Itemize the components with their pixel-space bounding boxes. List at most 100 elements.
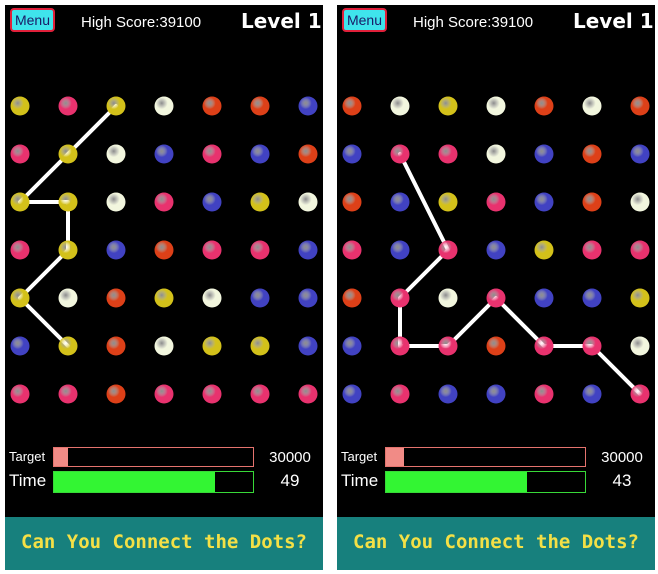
dot-white[interactable]: [106, 192, 126, 212]
dot-pink[interactable]: [390, 144, 410, 164]
dot-yellow[interactable]: [630, 288, 650, 308]
dot-blue[interactable]: [298, 240, 318, 260]
dot-blue[interactable]: [390, 240, 410, 260]
dot-blue[interactable]: [630, 144, 650, 164]
dot-white[interactable]: [298, 192, 318, 212]
dot-pink[interactable]: [582, 240, 602, 260]
dot-blue[interactable]: [582, 288, 602, 308]
dot-pink[interactable]: [10, 240, 30, 260]
dot-orange[interactable]: [298, 144, 318, 164]
dot-orange[interactable]: [250, 96, 270, 116]
dot-yellow[interactable]: [202, 336, 222, 356]
dot-pink[interactable]: [630, 240, 650, 260]
dot-pink[interactable]: [154, 192, 174, 212]
dot-orange[interactable]: [534, 96, 554, 116]
dot-orange[interactable]: [106, 288, 126, 308]
dot-orange[interactable]: [342, 96, 362, 116]
dot-pink[interactable]: [250, 384, 270, 404]
dot-pink[interactable]: [58, 384, 78, 404]
dot-yellow[interactable]: [250, 336, 270, 356]
dot-white[interactable]: [438, 288, 458, 308]
dot-blue[interactable]: [534, 288, 554, 308]
dot-yellow[interactable]: [154, 288, 174, 308]
dot-orange[interactable]: [630, 96, 650, 116]
dot-pink[interactable]: [298, 384, 318, 404]
dot-white[interactable]: [582, 96, 602, 116]
dot-pink[interactable]: [10, 144, 30, 164]
dot-yellow[interactable]: [106, 96, 126, 116]
dot-white[interactable]: [58, 288, 78, 308]
dot-yellow[interactable]: [250, 192, 270, 212]
dot-pink[interactable]: [202, 240, 222, 260]
dot-blue[interactable]: [486, 240, 506, 260]
dot-blue[interactable]: [298, 336, 318, 356]
dot-pink[interactable]: [486, 192, 506, 212]
dot-orange[interactable]: [106, 384, 126, 404]
dot-orange[interactable]: [342, 288, 362, 308]
dot-pink[interactable]: [534, 384, 554, 404]
dot-blue[interactable]: [298, 96, 318, 116]
dot-board[interactable]: [337, 5, 655, 445]
dot-white[interactable]: [486, 96, 506, 116]
dot-yellow[interactable]: [58, 336, 78, 356]
dot-board[interactable]: [5, 5, 323, 445]
dot-yellow[interactable]: [58, 192, 78, 212]
dot-pink[interactable]: [390, 336, 410, 356]
dot-pink[interactable]: [250, 240, 270, 260]
dot-blue[interactable]: [582, 384, 602, 404]
dot-pink[interactable]: [58, 96, 78, 116]
dot-blue[interactable]: [534, 192, 554, 212]
dot-pink[interactable]: [10, 384, 30, 404]
dot-blue[interactable]: [154, 144, 174, 164]
dot-white[interactable]: [202, 288, 222, 308]
dot-orange[interactable]: [582, 192, 602, 212]
dot-blue[interactable]: [10, 336, 30, 356]
dot-pink[interactable]: [630, 384, 650, 404]
dot-orange[interactable]: [486, 336, 506, 356]
dot-orange[interactable]: [202, 96, 222, 116]
dot-pink[interactable]: [438, 240, 458, 260]
dot-pink[interactable]: [390, 288, 410, 308]
dot-pink[interactable]: [342, 240, 362, 260]
dot-pink[interactable]: [438, 336, 458, 356]
dot-orange[interactable]: [106, 336, 126, 356]
dot-blue[interactable]: [342, 144, 362, 164]
dot-pink[interactable]: [534, 336, 554, 356]
dot-blue[interactable]: [342, 384, 362, 404]
dot-blue[interactable]: [390, 192, 410, 212]
dot-blue[interactable]: [202, 192, 222, 212]
dot-white[interactable]: [630, 192, 650, 212]
dot-yellow[interactable]: [58, 240, 78, 260]
dot-white[interactable]: [106, 144, 126, 164]
dot-yellow[interactable]: [534, 240, 554, 260]
dot-white[interactable]: [390, 96, 410, 116]
dot-yellow[interactable]: [58, 144, 78, 164]
dot-orange[interactable]: [582, 144, 602, 164]
dot-pink[interactable]: [202, 144, 222, 164]
dot-blue[interactable]: [534, 144, 554, 164]
dot-blue[interactable]: [342, 336, 362, 356]
dot-yellow[interactable]: [10, 192, 30, 212]
dot-white[interactable]: [630, 336, 650, 356]
dot-white[interactable]: [154, 336, 174, 356]
dot-pink[interactable]: [390, 384, 410, 404]
dot-blue[interactable]: [486, 384, 506, 404]
dot-blue[interactable]: [106, 240, 126, 260]
dot-orange[interactable]: [342, 192, 362, 212]
dot-pink[interactable]: [438, 144, 458, 164]
dot-orange[interactable]: [154, 240, 174, 260]
dot-blue[interactable]: [298, 288, 318, 308]
dot-pink[interactable]: [154, 384, 174, 404]
dot-yellow[interactable]: [10, 96, 30, 116]
dot-yellow[interactable]: [438, 192, 458, 212]
dot-yellow[interactable]: [10, 288, 30, 308]
dot-white[interactable]: [154, 96, 174, 116]
dot-blue[interactable]: [438, 384, 458, 404]
dot-pink[interactable]: [582, 336, 602, 356]
dot-blue[interactable]: [250, 288, 270, 308]
dot-pink[interactable]: [486, 288, 506, 308]
dot-pink[interactable]: [202, 384, 222, 404]
dot-white[interactable]: [486, 144, 506, 164]
dot-blue[interactable]: [250, 144, 270, 164]
dot-yellow[interactable]: [438, 96, 458, 116]
